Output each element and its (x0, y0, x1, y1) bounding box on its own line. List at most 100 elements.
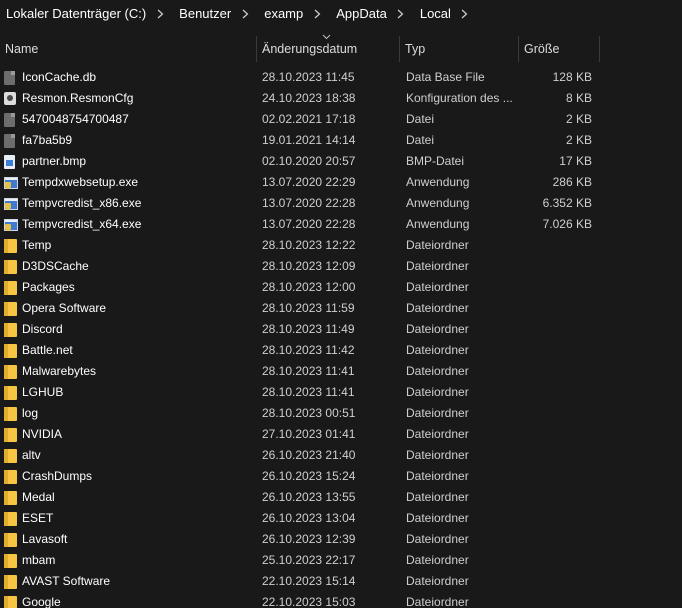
file-list-row[interactable]: Tempdxwebsetup.exe 13.07.2020 22:29 Anwend… (0, 172, 682, 193)
file-modified-date: 28.10.2023 11:45 (262, 70, 355, 84)
file-type: Konfiguration des ... (406, 91, 513, 105)
breadcrumb-item-local[interactable]: Local (417, 0, 454, 28)
folder-icon (4, 508, 18, 529)
file-name: Tempdxwebsetup.exe (22, 175, 139, 189)
file-name: log (22, 406, 39, 420)
file-list-row[interactable]: 5470048754700487 02.02.2021 17:18 Datei 2 K… (0, 109, 682, 130)
file-list-row[interactable]: Packages 28.10.2023 12:00 Dateiordner (0, 277, 682, 298)
file-list-row[interactable]: D3DSCache 28.10.2023 12:09 Dateiordner (0, 256, 682, 277)
file-name: Battle.net (22, 343, 73, 357)
file-explorer-window: Lokaler Datenträger (C:) Benutzer examp … (0, 0, 682, 608)
file-list-row[interactable]: fa7ba5b9 19.01.2021 14:14 Datei 2 KB (0, 130, 682, 151)
file-modified-date: 13.07.2020 22:29 (262, 175, 356, 189)
breadcrumb-item-benutzer[interactable]: Benutzer (176, 0, 234, 28)
file-list-row[interactable]: AVAST Software 22.10.2023 15:14 Dateiordne… (0, 571, 682, 592)
file-type: Anwendung (406, 217, 470, 231)
folder-icon (4, 403, 18, 424)
file-modified-date: 28.10.2023 11:49 (262, 322, 355, 336)
file-list-row[interactable]: LGHUB 28.10.2023 11:41 Dateiordner (0, 382, 682, 403)
file-list-row[interactable]: ESET 26.10.2023 13:04 Dateiordner (0, 508, 682, 529)
file-name: Opera Software (22, 301, 107, 315)
file-list-row[interactable]: Medal 26.10.2023 13:55 Dateiordner (0, 487, 682, 508)
file-name: mbam (22, 553, 56, 567)
chevron-right-icon[interactable] (153, 0, 167, 28)
file-size: 286 KB (552, 175, 592, 189)
file-type: BMP-Datei (406, 154, 465, 168)
file-type: Dateiordner (406, 301, 469, 315)
file-type: Dateiordner (406, 385, 469, 399)
file-type: Dateiordner (406, 490, 469, 504)
column-divider[interactable] (599, 36, 600, 62)
file-size (520, 592, 592, 608)
config-file-icon (4, 88, 18, 109)
file-modified-date: 28.10.2023 12:00 (262, 280, 356, 294)
breadcrumb-item-appdata[interactable]: AppData (333, 0, 390, 28)
chevron-right-icon[interactable] (394, 0, 408, 28)
chevron-right-icon[interactable] (310, 0, 324, 28)
breadcrumb-item-user[interactable]: examp (261, 0, 306, 28)
file-list-row[interactable]: Tempvcredist_x64.exe 13.07.2020 22:28 Anwe… (0, 214, 682, 235)
file-list-row[interactable]: Opera Software 28.10.2023 11:59 Dateiordne… (0, 298, 682, 319)
folder-icon (4, 361, 18, 382)
file-list-row[interactable]: Battle.net 28.10.2023 11:42 Dateiordner (0, 340, 682, 361)
file-name: 5470048754700487 (22, 112, 129, 126)
file-name: NVIDIA (22, 427, 63, 441)
chevron-right-icon[interactable] (238, 0, 252, 28)
file-modified-date: 13.07.2020 22:28 (262, 196, 356, 210)
file-list-row[interactable]: NVIDIA 27.10.2023 01:41 Dateiordner (0, 424, 682, 445)
file-size: 8 KB (565, 91, 592, 105)
folder-icon (4, 340, 18, 361)
file-type: Datei (406, 112, 435, 126)
file-name: partner.bmp (22, 154, 87, 168)
file-name: Temp (22, 238, 52, 252)
chevron-right-icon[interactable] (458, 0, 472, 28)
file-size (520, 445, 592, 466)
file-type: Dateiordner (406, 553, 469, 567)
file-modified-date: 28.10.2023 00:51 (262, 406, 356, 420)
installer-exe-icon (4, 193, 18, 214)
folder-icon (4, 571, 18, 592)
file-type: Dateiordner (406, 322, 469, 336)
file-list-row[interactable]: CrashDumps 26.10.2023 15:24 Dateiordner (0, 466, 682, 487)
file-type: Dateiordner (406, 532, 469, 546)
file-modified-date: 28.10.2023 12:09 (262, 259, 356, 273)
column-header-size[interactable]: Größe (519, 36, 599, 62)
folder-icon (4, 487, 18, 508)
folder-icon (4, 298, 18, 319)
file-type: Dateiordner (406, 343, 469, 357)
file-size: 128 KB (552, 70, 592, 84)
file-size (520, 361, 592, 382)
file-list-row[interactable]: Discord 28.10.2023 11:49 Dateiordner (0, 319, 682, 340)
file-list-row[interactable]: Lavasoft 26.10.2023 12:39 Dateiordner (0, 529, 682, 550)
file-list-row[interactable]: mbam 25.10.2023 22:17 Dateiordner (0, 550, 682, 571)
file-type: Dateiordner (406, 280, 469, 294)
folder-icon (4, 445, 18, 466)
file-list-row[interactable]: Google 22.10.2023 15:03 Dateiordner (0, 592, 682, 608)
breadcrumb: Lokaler Datenträger (C:) Benutzer examp … (0, 0, 682, 28)
column-header-type[interactable]: Typ (400, 36, 518, 62)
breadcrumb-item-drive[interactable]: Lokaler Datenträger (C:) (6, 0, 149, 28)
file-modified-date: 26.10.2023 13:04 (262, 511, 356, 525)
file-type: Dateiordner (406, 574, 469, 588)
file-list-row[interactable]: log 28.10.2023 00:51 Dateiordner (0, 403, 682, 424)
file-type: Dateiordner (406, 427, 469, 441)
file-list-row[interactable]: IconCache.db 28.10.2023 11:45 Data Base Fi… (0, 67, 682, 88)
file-size (520, 298, 592, 319)
folder-icon (4, 277, 18, 298)
file-type: Dateiordner (406, 364, 469, 378)
file-name: Resmon.ResmonCfg (22, 91, 134, 105)
file-type: Anwendung (406, 175, 470, 189)
folder-icon (4, 550, 18, 571)
file-list-row[interactable]: Resmon.ResmonCfg 24.10.2023 18:38 Konfigur… (0, 88, 682, 109)
file-size (520, 277, 592, 298)
file-list-row[interactable]: Malwarebytes 28.10.2023 11:41 Dateiordner (0, 361, 682, 382)
file-list-row[interactable]: Temp 28.10.2023 12:22 Dateiordner (0, 235, 682, 256)
file-icon (4, 130, 18, 151)
column-header-name[interactable]: Name (0, 36, 256, 62)
file-size: 2 KB (565, 133, 592, 147)
file-size (520, 319, 592, 340)
file-list-row[interactable]: partner.bmp 02.10.2020 20:57 BMP-Datei 17 K… (0, 151, 682, 172)
file-modified-date: 13.07.2020 22:28 (262, 217, 356, 231)
file-list-row[interactable]: altv 26.10.2023 21:40 Dateiordner (0, 445, 682, 466)
file-list-row[interactable]: Tempvcredist_x86.exe 13.07.2020 22:28 Anwe… (0, 193, 682, 214)
